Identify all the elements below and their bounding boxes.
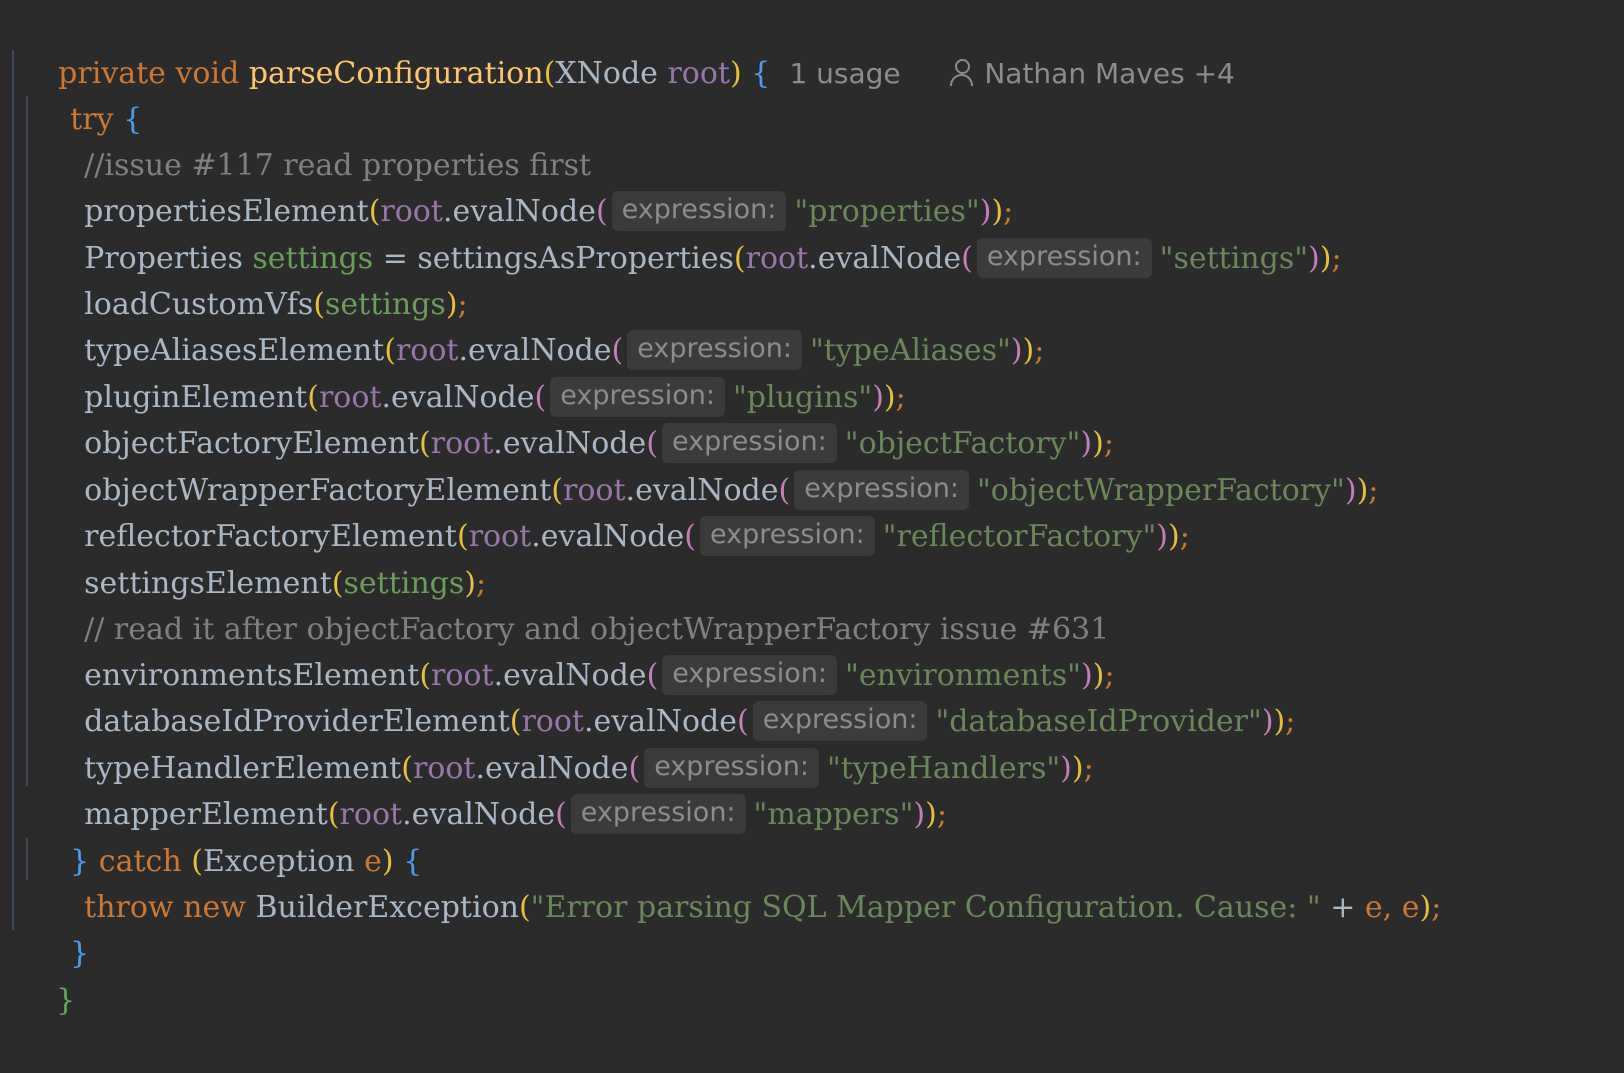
paren: ) [1010,333,1023,368]
comma: , [1382,890,1393,925]
brace: { [751,56,771,91]
semicolon: ; [1368,473,1379,508]
brace: } [56,983,76,1018]
code-line-plugins[interactable]: pluginElement(root.evalNode(expression: "… [46,326,906,417]
code-line-settings[interactable]: Properties settings = settingsAsProperti… [46,187,1342,278]
code-line-load-custom-vfs[interactable]: loadCustomVfs(settings); [46,233,467,322]
code-line-database-id-provider[interactable]: databaseIdProviderElement(root.evalNode(… [46,650,1295,741]
method-name[interactable]: parseConfiguration [249,56,544,91]
paren: ) [1060,751,1072,786]
paren: ) [1261,704,1274,739]
string-literal: "Error parsing SQL Mapper Configuration.… [530,890,1321,925]
paren: ( [543,56,556,91]
code-line-try[interactable]: try { [32,48,142,137]
semicolon: ; [936,797,947,832]
code-line-comment-2[interactable]: // read it after objectFactory and objec… [46,558,1109,647]
paren: ) [1419,890,1432,925]
parameter-hint: expression: [976,238,1152,278]
paren: ) [1168,519,1180,554]
builder-exception-class[interactable]: BuilderException [255,890,518,925]
code-line-settings-element[interactable]: settingsElement(settings); [46,512,486,601]
parameter-hint: expression: [570,794,746,834]
code-editor[interactable]: private void parseConfiguration(XNode ro… [0,0,1624,1022]
paren: ) [925,797,937,832]
paren: ( [684,519,696,554]
string-literal: "mappers" [753,797,914,832]
semicolon: ; [1083,751,1094,786]
paren: ( [733,241,746,276]
eval-node-call[interactable]: evalNode [412,797,555,832]
author-hint[interactable]: Nathan Maves +4 [948,57,1235,90]
param-name[interactable]: root [667,56,730,91]
code-line-signature[interactable]: private void parseConfiguration(XNode ro… [20,2,1235,91]
code-line-properties[interactable]: propertiesElement(root.evalNode(expressi… [46,140,1013,231]
person-icon [948,57,974,87]
usage-hint[interactable]: 1 usage [789,57,900,90]
semicolon: ; [1034,333,1045,368]
exception-variable[interactable]: e [1365,890,1383,925]
indent-guide-catch [26,838,28,880]
parameter-hint: expression: [699,516,875,556]
code-line-type-aliases[interactable]: typeAliasesElement(root.evalNode(express… [46,279,1044,370]
code-line-catch[interactable]: } catch (Exception e) { [32,790,422,879]
receiver[interactable]: root [746,241,809,276]
param-type[interactable]: XNode [555,56,658,91]
eval-node-call[interactable]: evalNode [541,519,684,554]
code-line-object-factory[interactable]: objectFactoryElement(root.evalNode(expre… [46,372,1114,463]
paren: ) [1022,333,1035,368]
code-line-reflector-factory[interactable]: reflectorFactoryElement(root.evalNode(ex… [46,465,1190,556]
paren: ) [913,797,926,832]
indent-guide-try [26,96,28,786]
semicolon: ; [1285,704,1296,739]
throw-keyword: throw [84,890,174,925]
semicolon: ; [1331,241,1342,276]
exception-variable[interactable]: e [1402,890,1420,925]
author-hint-text: Nathan Maves +4 [984,57,1235,90]
code-line-close-method[interactable]: } [18,929,75,1018]
paren: ) [730,56,742,91]
paren: ) [1273,704,1286,739]
code-line-throw[interactable]: throw new BuilderException("Error parsin… [46,836,1441,925]
paren: ) [1344,473,1357,508]
paren: ( [961,241,973,276]
code-line-environments[interactable]: environmentsElement(root.evalNode(expres… [46,604,1115,695]
code-line-object-wrapper-factory[interactable]: objectWrapperFactoryElement(root.evalNod… [46,419,1378,510]
paren: ) [1071,751,1084,786]
code-line-comment-1[interactable]: //issue #117 read properties first [46,94,591,183]
code-line-type-handlers[interactable]: typeHandlerElement(root.evalNode(express… [46,697,1094,788]
semicolon: ; [1179,519,1190,554]
paren: ) [1156,519,1169,554]
paren: ) [1308,241,1320,276]
code-line-mappers[interactable]: mapperElement(root.evalNode(expression: "… [46,743,947,834]
paren: ( [518,890,531,925]
indent-guide-outer [12,50,14,930]
string-literal: "reflectorFactory" [882,519,1157,554]
semicolon: ; [1431,890,1442,925]
new-keyword: new [183,890,246,925]
paren: ) [1356,473,1369,508]
paren: ) [1319,241,1332,276]
code-line-close-catch[interactable]: } [32,882,89,971]
paren: ( [555,797,567,832]
string-literal: "settings" [1159,241,1309,276]
eval-node-call[interactable]: evalNode [818,241,961,276]
